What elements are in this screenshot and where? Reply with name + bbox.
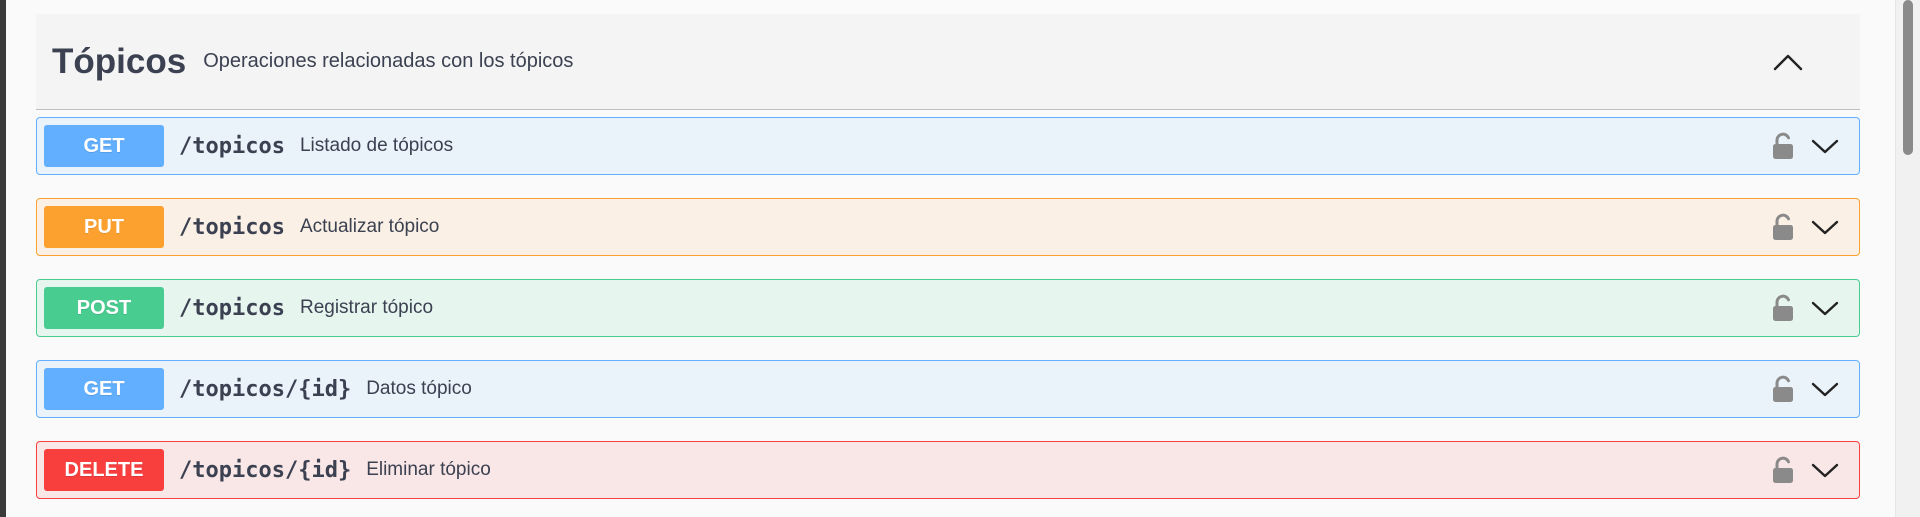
expand-button[interactable] (1808, 372, 1842, 406)
tag-description: Operaciones relacionadas con los tópicos (203, 50, 574, 72)
unlocked-padlock-icon (1773, 375, 1793, 402)
method-badge: GET (44, 125, 164, 167)
operation-path: /topicos (179, 295, 285, 321)
expand-button[interactable] (1808, 291, 1842, 325)
chevron-down-icon (1811, 220, 1839, 235)
window-left-edge (0, 0, 6, 517)
unlocked-padlock-icon (1773, 456, 1793, 483)
operation-summary: Actualizar tópico (299, 216, 440, 237)
operation-summary: Eliminar tópico (366, 459, 491, 480)
tag-section: Tópicos Operaciones relacionadas con los… (36, 14, 1860, 517)
scrollbar-thumb[interactable] (1903, 0, 1913, 155)
chevron-down-icon (1811, 463, 1839, 478)
operation-summary: Datos tópico (366, 378, 472, 399)
chevron-down-icon (1811, 301, 1839, 316)
operation-path: /topicos (179, 133, 285, 159)
operation-row[interactable]: POST /topicos Registrar tópico (36, 279, 1860, 337)
authorize-button[interactable] (1766, 210, 1800, 244)
chevron-down-icon (1811, 139, 1839, 154)
tag-title: Tópicos (52, 41, 187, 81)
operation-path: /topicos (179, 214, 285, 240)
authorize-button[interactable] (1766, 291, 1800, 325)
collapse-button[interactable] (1768, 42, 1808, 82)
chevron-up-icon (1773, 54, 1803, 70)
operation-path: /topicos/{id} (179, 376, 352, 402)
method-badge: POST (44, 287, 164, 329)
authorize-button[interactable] (1766, 372, 1800, 406)
unlocked-padlock-icon (1773, 213, 1793, 240)
operation-path: /topicos/{id} (179, 457, 352, 483)
method-badge: GET (44, 368, 164, 410)
authorize-button[interactable] (1766, 453, 1800, 487)
operation-summary: Listado de tópicos (299, 135, 454, 156)
expand-button[interactable] (1808, 210, 1842, 244)
operation-summary: Registrar tópico (299, 297, 434, 318)
method-badge: PUT (44, 206, 164, 248)
tag-header[interactable]: Tópicos Operaciones relacionadas con los… (36, 14, 1860, 110)
expand-button[interactable] (1808, 129, 1842, 163)
authorize-button[interactable] (1766, 129, 1800, 163)
vertical-scrollbar[interactable] (1895, 0, 1920, 517)
swagger-window: Tópicos Operaciones relacionadas con los… (0, 0, 1920, 517)
chevron-down-icon (1811, 382, 1839, 397)
unlocked-padlock-icon (1773, 132, 1793, 159)
method-badge: DELETE (44, 449, 164, 491)
operations-list: GET /topicos Listado de tópicos PUT /top… (36, 110, 1860, 499)
operation-row[interactable]: DELETE /topicos/{id} Eliminar tópico (36, 441, 1860, 499)
operation-row[interactable]: GET /topicos Listado de tópicos (36, 117, 1860, 175)
operation-row[interactable]: PUT /topicos Actualizar tópico (36, 198, 1860, 256)
unlocked-padlock-icon (1773, 294, 1793, 321)
expand-button[interactable] (1808, 453, 1842, 487)
operation-row[interactable]: GET /topicos/{id} Datos tópico (36, 360, 1860, 418)
